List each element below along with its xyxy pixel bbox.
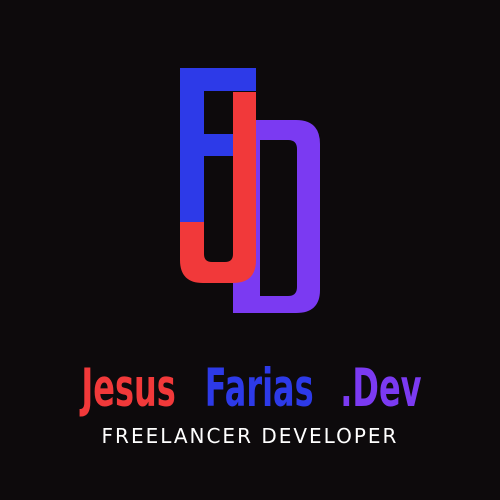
tagline: FREELANCER DEVELOPER: [101, 424, 399, 448]
wordmark: Jesus Farias .Dev: [0, 352, 500, 424]
logo-canvas: Jesus Farias .Dev FREELANCER DEVELOPER: [0, 0, 500, 500]
wordmark-text: Jesus Farias .Dev: [68, 350, 433, 426]
wordmark-dev: .Dev: [339, 357, 421, 419]
wordmark-farias: Farias: [203, 357, 313, 419]
wordmark-jesus: Jesus: [80, 357, 176, 419]
